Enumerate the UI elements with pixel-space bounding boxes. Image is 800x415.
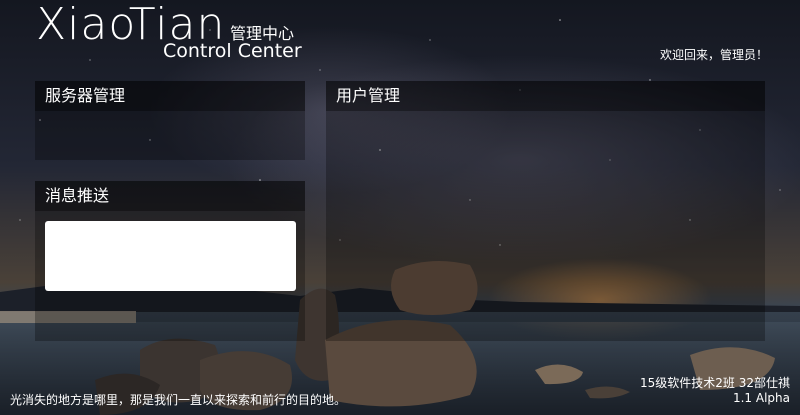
footer-motto: 光消失的地方是哪里，那是我们一直以来探索和前行的目的地。 [10,393,347,407]
server-management-panel: 服务器管理 [35,81,305,160]
user-management-panel: 用户管理 [326,81,765,341]
server-panel-title[interactable]: 服务器管理 [35,81,305,111]
message-push-panel: 消息推送 [35,181,305,341]
welcome-message: 欢迎回来，管理员！ [659,48,768,62]
footer-credits: 15级软件技术2班 32部仕祺 1.1 Alpha [640,376,790,406]
brand: XiaoTian 管理中心 Control Center [36,0,302,62]
message-input[interactable] [45,221,296,291]
user-panel-title[interactable]: 用户管理 [326,81,765,111]
brand-subtitle: Control Center [163,40,302,62]
message-panel-title[interactable]: 消息推送 [35,181,305,211]
footer-version: 1.1 Alpha [732,391,790,405]
footer-credit: 15级软件技术2班 32部仕祺 [640,376,790,390]
